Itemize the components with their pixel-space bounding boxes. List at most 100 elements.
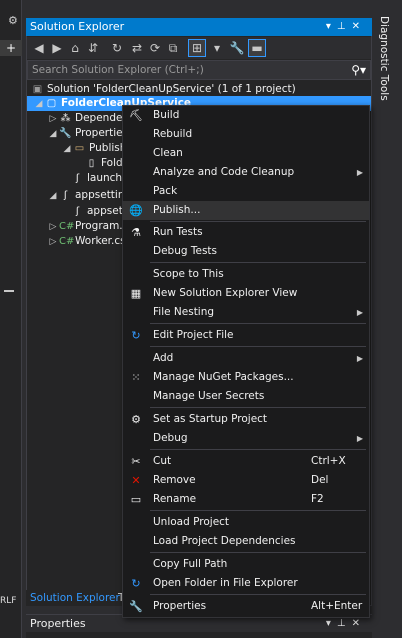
menu-item-analyze[interactable]: Analyze and Code Cleanup ▶ xyxy=(123,163,369,182)
home-icon[interactable]: ⌂ xyxy=(67,40,83,56)
dependencies-icon: ⁂ xyxy=(60,113,71,124)
menu-item-run-tests[interactable]: ⚗ Run Tests xyxy=(123,223,369,242)
expanded-arrow-icon[interactable]: ◢ xyxy=(47,189,59,204)
submenu-arrow-icon: ▶ xyxy=(356,168,363,177)
remove-icon: ✕ xyxy=(131,474,141,487)
menu-item-build[interactable]: ⛏ Build xyxy=(123,106,369,125)
filter-dropdown-icon[interactable]: ▾ xyxy=(209,40,225,56)
menu-item-open-folder[interactable]: ↻ Open Folder in File Explorer xyxy=(123,574,369,593)
menu-item-user-secrets[interactable]: Manage User Secrets xyxy=(123,387,369,406)
menu-separator xyxy=(150,221,366,222)
menu-item-file-nesting[interactable]: File Nesting ▶ xyxy=(123,303,369,322)
close-icon[interactable]: ✕ xyxy=(352,618,366,629)
close-icon[interactable]: ✕ xyxy=(352,21,366,32)
menu-item-edit-project[interactable]: ↻ Edit Project File xyxy=(123,326,369,345)
refresh-icon: ↻ xyxy=(131,329,141,342)
panel-title: Solution Explorer xyxy=(30,20,125,33)
new-view-icon: ▦ xyxy=(130,287,142,300)
chevron-down-icon[interactable]: ▾ xyxy=(326,618,337,629)
tree-item-worker[interactable]: ▷ C#Worker.cs xyxy=(27,234,126,249)
collapse-all-icon[interactable]: ⧉ xyxy=(165,40,181,56)
collapsed-arrow-icon[interactable]: ▷ xyxy=(47,235,59,250)
properties-panel-body xyxy=(26,632,372,638)
menu-item-new-view[interactable]: ▦ New Solution Explorer View xyxy=(123,284,369,303)
menu-item-rebuild[interactable]: Rebuild xyxy=(123,125,369,144)
scroll-marker xyxy=(4,290,14,292)
gear-icon[interactable]: ⚙ xyxy=(8,14,18,27)
back-icon[interactable]: ◀ xyxy=(31,40,47,56)
tree-item-solution[interactable]: ▣ Solution 'FolderCleanUpService' (1 of 1… xyxy=(27,82,296,97)
expanded-arrow-icon[interactable]: ◢ xyxy=(61,142,73,157)
preview-icon[interactable]: ▬ xyxy=(248,39,266,57)
tab-solution-explorer[interactable]: Solution Explorer xyxy=(26,590,124,606)
menu-separator xyxy=(150,594,366,595)
wrench-icon: 🔧 xyxy=(59,128,72,139)
json-icon: ʃ xyxy=(75,173,80,184)
menu-item-publish[interactable]: 🌐 Publish... xyxy=(123,201,369,220)
pin-icon[interactable]: ⊥ xyxy=(337,21,352,32)
csharp-file-icon: C# xyxy=(59,221,75,232)
menu-item-load-deps[interactable]: Load Project Dependencies xyxy=(123,532,369,551)
menu-item-remove[interactable]: ✕ Remove Del xyxy=(123,471,369,490)
menu-item-startup[interactable]: ⚙ Set as Startup Project xyxy=(123,410,369,429)
submenu-arrow-icon: ▶ xyxy=(356,308,363,317)
menu-separator xyxy=(150,407,366,408)
file-icon: ▯ xyxy=(88,158,95,169)
search-icon[interactable]: ⚲▾ xyxy=(351,61,366,79)
json-icon: ʃ xyxy=(75,206,80,217)
globe-icon: 🌐 xyxy=(129,204,143,217)
sync-icon[interactable]: ⇄ xyxy=(129,40,145,56)
menu-separator xyxy=(150,346,366,347)
wrench-icon: 🔧 xyxy=(129,600,143,613)
switch-views-icon[interactable]: ⇵ xyxy=(85,40,101,56)
forward-icon[interactable]: ▶ xyxy=(49,40,65,56)
flask-icon: ⚗ xyxy=(131,226,141,239)
menu-item-add[interactable]: Add ▶ xyxy=(123,349,369,368)
menu-item-debug[interactable]: Debug ▶ xyxy=(123,429,369,448)
refresh-icon[interactable]: ⟳ xyxy=(147,40,163,56)
solution-explorer-title-bar: Solution Explorer ▾⊥✕ xyxy=(26,18,372,36)
diagnostic-tools-tab[interactable]: Diagnostic Tools xyxy=(374,12,396,132)
collapsed-arrow-icon[interactable]: ▷ xyxy=(47,112,59,127)
menu-item-clean[interactable]: Clean xyxy=(123,144,369,163)
search-input[interactable]: Search Solution Explorer (Ctrl+;) ⚲▾ xyxy=(27,60,371,80)
expanded-arrow-icon[interactable]: ◢ xyxy=(33,97,45,112)
csharp-file-icon: C# xyxy=(59,236,75,247)
gear-icon: ⚙ xyxy=(131,413,141,426)
properties-icon[interactable]: 🔧 xyxy=(229,40,245,56)
menu-item-debug-tests[interactable]: Debug Tests xyxy=(123,242,369,261)
submenu-arrow-icon: ▶ xyxy=(356,354,363,363)
submenu-arrow-icon: ▶ xyxy=(356,434,363,443)
diagnostic-tools-label: Diagnostic Tools xyxy=(378,16,390,101)
chevron-down-icon[interactable]: ▾ xyxy=(326,21,337,32)
nuget-icon: ⁙ xyxy=(131,371,141,384)
rename-icon: ▭ xyxy=(130,493,142,506)
menu-item-cut[interactable]: ✂ Cut Ctrl+X xyxy=(123,452,369,471)
left-strip-tab[interactable]: + xyxy=(0,40,22,56)
menu-separator xyxy=(150,510,366,511)
properties-title: Properties xyxy=(30,617,86,630)
scissors-icon: ✂ xyxy=(131,455,141,468)
menu-separator xyxy=(150,552,366,553)
search-placeholder: Search Solution Explorer (Ctrl+;) xyxy=(32,64,204,76)
expanded-arrow-icon[interactable]: ◢ xyxy=(47,127,59,142)
folder-icon: ▭ xyxy=(74,143,85,154)
solution-explorer-toolbar: ◀ ▶ ⌂ ⇵ ↻ ⇄ ⟳ ⧉ ⊞ ▾ 🔧 ▬ xyxy=(27,37,371,59)
menu-item-nuget[interactable]: ⁙ Manage NuGet Packages... xyxy=(123,368,369,387)
menu-item-rename[interactable]: ▭ Rename F2 xyxy=(123,490,369,509)
pin-icon[interactable]: ⊥ xyxy=(337,618,352,629)
menu-item-copy-path[interactable]: Copy Full Path xyxy=(123,555,369,574)
csharp-project-icon: ▢ xyxy=(46,98,57,109)
menu-separator xyxy=(150,262,366,263)
menu-item-scope[interactable]: Scope to This xyxy=(123,265,369,284)
tree-item-program[interactable]: ▷ C#Program.cs xyxy=(27,219,134,234)
menu-item-properties[interactable]: 🔧 Properties Alt+Enter xyxy=(123,597,369,616)
json-icon: ʃ xyxy=(63,190,68,201)
tree-item-properties[interactable]: ◢ 🔧 Properties xyxy=(27,126,129,142)
collapsed-arrow-icon[interactable]: ▷ xyxy=(47,220,59,235)
menu-item-pack[interactable]: Pack xyxy=(123,182,369,201)
show-all-files-icon[interactable]: ⊞ xyxy=(188,39,206,57)
line-ending-indicator[interactable]: RLF xyxy=(0,596,16,606)
pending-changes-icon[interactable]: ↻ xyxy=(109,40,125,56)
menu-item-unload[interactable]: Unload Project xyxy=(123,513,369,532)
